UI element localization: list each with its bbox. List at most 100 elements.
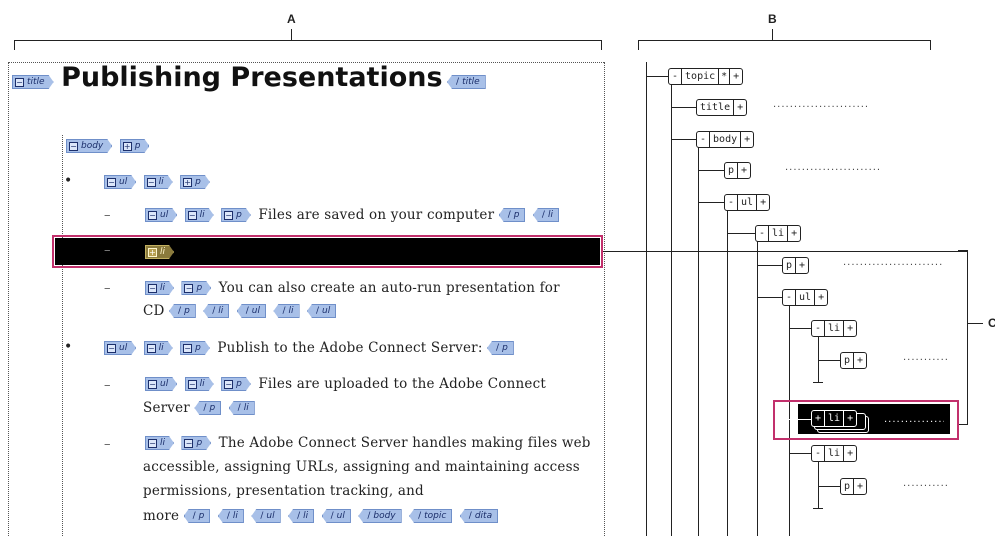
tree-node-li[interactable]: - li + [755, 225, 802, 242]
tree-line [698, 170, 724, 171]
dash-3: – [104, 281, 111, 296]
paragraph-text[interactable]: CD [143, 303, 165, 319]
tree-node-p[interactable]: p + [840, 478, 868, 495]
li-close-tag[interactable]: / li [288, 509, 315, 523]
tree-node-body[interactable]: - body + [696, 131, 755, 148]
title-row: − title Publishing Presentations / title [12, 62, 489, 93]
body-open-tag[interactable]: − body [66, 139, 112, 153]
li-open-tag[interactable]: − li [144, 341, 173, 355]
tree-line [757, 265, 782, 266]
p-close-tag[interactable]: / p [169, 304, 196, 318]
dita-close-tag[interactable]: / dita [459, 509, 499, 523]
bracket-a-horizontal [14, 40, 602, 41]
page-title: Publishing Presentations [61, 62, 443, 93]
tree-line [789, 328, 811, 329]
tree-dots: ........................ [903, 352, 948, 363]
ul-open-tag[interactable]: − ul [145, 208, 177, 222]
li-open-tag[interactable]: − li [145, 281, 174, 295]
paragraph-text[interactable]: more [143, 508, 179, 524]
list-row-4: − ul − li − p Publish to the Adobe Connect … [104, 340, 517, 356]
p-open-tag[interactable]: − p [221, 208, 251, 222]
paragraph-text[interactable]: permissions, presentation tracking, and [143, 483, 424, 499]
collapse-icon: − [147, 177, 155, 187]
li-close-tag[interactable]: / li [203, 304, 230, 318]
callout-a: A [287, 12, 296, 26]
tree-node-p[interactable]: p + [782, 257, 810, 274]
li-open-tag[interactable]: − li [185, 377, 214, 391]
li-open-tag[interactable]: − li [145, 436, 174, 450]
p-close-tag[interactable]: / p [487, 341, 514, 355]
body-close-tag[interactable]: / body [358, 509, 402, 523]
paragraph-text[interactable]: You can also create an auto-run presenta… [219, 280, 560, 296]
bullet-1: • [64, 173, 73, 189]
collapse-icon: − [188, 379, 196, 389]
collapse-icon: − [188, 210, 196, 220]
bracket-c-center-h [967, 323, 983, 324]
tree-line [757, 241, 758, 536]
tree-node-topic[interactable]: - topic * + [668, 68, 744, 85]
p-open-tag[interactable]: − p [221, 377, 251, 391]
paragraph-text[interactable]: Publish to the Adobe Connect Server: [217, 340, 482, 356]
p-close-tag[interactable]: / p [183, 509, 211, 523]
p-open-tag[interactable]: − p [181, 281, 211, 295]
paragraph-text[interactable]: Files are uploaded to the Adobe Connect [258, 376, 546, 392]
ul-close-tag[interactable]: / ul [321, 509, 351, 523]
ul-open-tag[interactable]: − ul [104, 175, 136, 189]
tree-line [818, 486, 840, 487]
tree-node-li[interactable]: - li + [811, 320, 858, 337]
dash-1: – [104, 208, 111, 223]
li-close-tag[interactable]: / li [532, 208, 559, 222]
list-row-3b: CD / p / li / ul / li / ul [143, 303, 339, 319]
p-open-tag[interactable]: − p [180, 341, 210, 355]
topic-close-tag[interactable]: / topic [409, 509, 453, 523]
collapse-icon: − [70, 141, 77, 151]
list-row-5b: Server / p / li [143, 400, 258, 416]
collapse-icon: − [108, 343, 115, 353]
p-close-tag[interactable]: / p [498, 208, 526, 222]
collapse-icon: − [149, 283, 156, 293]
li-close-tag[interactable]: / li [217, 509, 244, 523]
ul-close-tag[interactable]: / ul [251, 509, 281, 523]
list-row-6c: permissions, presentation tracking, and [143, 483, 424, 499]
tree-dots: ........................ [773, 99, 868, 110]
body-row: − body + p [66, 138, 152, 154]
p-open-tag[interactable]: − p [181, 436, 211, 450]
li-open-tag[interactable]: − li [185, 208, 214, 222]
tree-line [698, 147, 699, 536]
bracket-b-right-tick [930, 40, 931, 50]
tree-node-ul[interactable]: - ul + [782, 289, 829, 306]
tree-node-p[interactable]: p + [724, 162, 752, 179]
ul-close-tag[interactable]: / ul [306, 304, 337, 318]
li-close-tag[interactable]: / li [273, 304, 300, 318]
tree-node-li[interactable]: - li + [811, 445, 858, 462]
tree-node-p[interactable]: p + [840, 352, 868, 369]
tree-line [757, 297, 782, 298]
li-close-tag[interactable]: / li [228, 401, 255, 415]
expand-icon: + [184, 177, 191, 187]
title-open-tag[interactable]: − title [12, 75, 54, 89]
p-collapsed-tag[interactable]: + p [180, 175, 210, 189]
paragraph-text[interactable]: accessible, assigning URLs, assigning an… [143, 459, 580, 475]
dash-5: – [104, 437, 111, 452]
ul-open-tag[interactable]: − ul [145, 377, 177, 391]
title-close-tag[interactable]: / title [447, 75, 486, 89]
paragraph-text[interactable]: Files are saved on your computer [258, 207, 494, 223]
tree-node-ul[interactable]: - ul + [724, 194, 771, 211]
bracket-b-left-tick [638, 40, 639, 50]
dash-4: – [104, 378, 111, 393]
p-close-tag[interactable]: / p [194, 401, 222, 415]
ul-close-tag[interactable]: / ul [236, 304, 267, 318]
collapse-icon: − [16, 77, 23, 87]
ul-open-tag[interactable]: − ul [104, 341, 136, 355]
connector-line [603, 251, 968, 252]
paragraph-text[interactable]: The Adobe Connect Server handles making … [219, 435, 591, 451]
tree-line [727, 210, 728, 536]
p-collapsed-tag[interactable]: + p [120, 139, 150, 153]
list-row-6: − li − p The Adobe Connect Server handles … [145, 435, 591, 451]
paragraph-text[interactable]: Server [143, 400, 190, 416]
tree-node-title[interactable]: title + [696, 99, 748, 116]
li-open-tag[interactable]: − li [144, 175, 173, 189]
collapse-icon: − [225, 379, 232, 389]
highlight-box-tree [773, 400, 959, 440]
tree-line [646, 62, 647, 536]
